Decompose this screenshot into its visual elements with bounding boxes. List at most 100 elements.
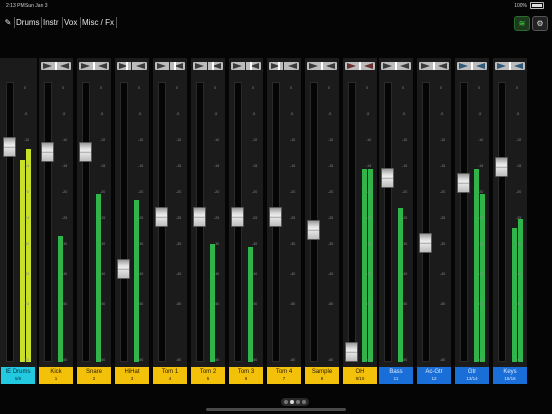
pan-position <box>359 62 361 70</box>
channel-name: OH <box>355 369 365 375</box>
tab-misc-fx[interactable]: Misc / Fx <box>82 16 114 29</box>
pan-control[interactable] <box>269 62 299 70</box>
db-scale-label: -30 <box>252 242 258 246</box>
db-scale-label: -40 <box>290 272 296 276</box>
db-scale-label: -10 <box>290 138 296 142</box>
fader-track[interactable] <box>498 82 506 362</box>
pan-glyph <box>169 62 170 70</box>
channel-label[interactable]: Tom 47 <box>267 367 301 384</box>
fader-track[interactable] <box>120 82 128 362</box>
page-dot <box>296 400 300 404</box>
db-scale-label: 0 <box>62 86 64 90</box>
pan-glyph <box>309 63 318 69</box>
db-scale-label: -30 <box>366 242 372 246</box>
pan-control[interactable] <box>345 62 375 70</box>
channel-label[interactable]: Sample 8 <box>305 367 339 384</box>
db-scale-label: -20 <box>100 190 106 194</box>
fader-knob[interactable] <box>41 141 54 162</box>
db-scale-label: -10 <box>516 138 522 142</box>
db-scale-label: -40 <box>328 272 334 276</box>
fader-track[interactable] <box>422 82 430 362</box>
pencil-icon[interactable]: ✎ <box>3 16 13 29</box>
pan-control[interactable] <box>79 62 109 70</box>
channel-strip: 0 -5 -10 -15 -20 -25 -30 -40 -50 -60 Kick 1 <box>38 58 74 384</box>
fader-knob[interactable] <box>155 206 168 227</box>
fader-track[interactable] <box>82 82 90 362</box>
channel-label[interactable]: Bass 11 <box>379 367 413 384</box>
fader-knob[interactable] <box>3 136 16 157</box>
channel-label[interactable]: Gtr 13/14 <box>455 367 489 384</box>
fader-knob[interactable] <box>345 342 358 362</box>
wifi-icon[interactable]: ≋ <box>514 16 530 31</box>
fader-knob[interactable] <box>231 206 244 227</box>
pan-control[interactable] <box>231 62 261 70</box>
pan-glyph <box>326 63 335 69</box>
pan-control[interactable] <box>193 62 223 70</box>
pan-control[interactable] <box>117 62 147 70</box>
fader-knob[interactable] <box>419 232 432 253</box>
pan-position <box>250 62 252 70</box>
fader-track[interactable] <box>460 82 468 362</box>
tab-drums[interactable]: Drums <box>16 16 40 29</box>
channel-number: 2 <box>92 376 96 381</box>
db-scale-label: -30 <box>516 242 522 246</box>
page-indicator[interactable] <box>281 398 309 406</box>
fader-track[interactable] <box>6 82 14 362</box>
db-scale-label: 0 <box>176 86 178 90</box>
channel-name: Ac-Gtr <box>425 369 443 375</box>
channel-label[interactable]: Snare 2 <box>77 367 111 384</box>
pan-control[interactable] <box>495 62 525 70</box>
pan-glyph <box>476 63 485 69</box>
channel-label[interactable]: HiHat 3 <box>115 367 149 384</box>
channel-name: Tom 4 <box>275 369 293 375</box>
pan-position <box>55 62 57 70</box>
fader-knob[interactable] <box>495 157 508 178</box>
fader-track[interactable] <box>44 82 52 362</box>
pan-control[interactable] <box>41 62 71 70</box>
fader-knob[interactable] <box>117 258 130 279</box>
fader-knob[interactable] <box>79 141 92 162</box>
fader-knob[interactable] <box>381 167 394 188</box>
channel-label[interactable]: Tom 36 <box>229 367 263 384</box>
db-scale-label: -20 <box>328 190 334 194</box>
fader-knob[interactable] <box>269 206 282 227</box>
pan-glyph <box>233 63 242 69</box>
fader-knob[interactable] <box>193 206 206 227</box>
divider <box>14 17 15 28</box>
pan-glyph <box>421 63 430 69</box>
db-scale-label: -50 <box>516 302 522 306</box>
gear-icon[interactable]: ⚙ <box>532 16 548 31</box>
pan-control[interactable] <box>419 62 449 70</box>
channel-label[interactable]: Tom 14 <box>153 367 187 384</box>
fader-knob[interactable] <box>307 219 320 240</box>
db-scale-label: -25 <box>252 216 258 220</box>
pan-position <box>126 62 128 70</box>
pan-control[interactable] <box>155 62 185 70</box>
db-scale-label: -40 <box>214 272 220 276</box>
channel-label[interactable]: Kick 1 <box>39 367 73 384</box>
channel-number: 1 <box>54 376 58 381</box>
db-scale-label: -5 <box>24 112 28 116</box>
pan-control[interactable] <box>307 62 337 70</box>
fader-knob[interactable] <box>457 173 470 193</box>
db-scale-label: -40 <box>252 272 258 276</box>
channel-label[interactable]: OH 9/10 <box>343 367 377 384</box>
channel-label[interactable]: Keys 15/16 <box>493 367 527 384</box>
tab-instr[interactable]: Instr <box>43 16 59 29</box>
db-scale: 0 -5 -10 -15 -20 -25 -30 -40 -50 -60 <box>440 82 452 362</box>
pan-control[interactable] <box>381 62 411 70</box>
channel-label[interactable]: IE Drums 5/6 <box>1 367 35 384</box>
fader-track[interactable] <box>348 82 356 362</box>
channel-label[interactable]: Tom 25 <box>191 367 225 384</box>
channel-label[interactable]: Ac-Gtr 12 <box>417 367 451 384</box>
db-scale-label: -15 <box>366 164 372 168</box>
db-scale-label: -40 <box>402 272 408 276</box>
db-scale-label: -20 <box>214 190 220 194</box>
pan-control[interactable] <box>457 62 487 70</box>
db-scale-label: -30 <box>24 242 30 246</box>
fader-track[interactable] <box>384 82 392 362</box>
tab-vox[interactable]: Vox <box>64 16 77 29</box>
db-scale-label: -5 <box>440 112 444 116</box>
db-scale: 0 -5 -10 -15 -20 -25 -30 -40 -50 -60 <box>478 82 490 362</box>
home-indicator <box>206 408 346 411</box>
